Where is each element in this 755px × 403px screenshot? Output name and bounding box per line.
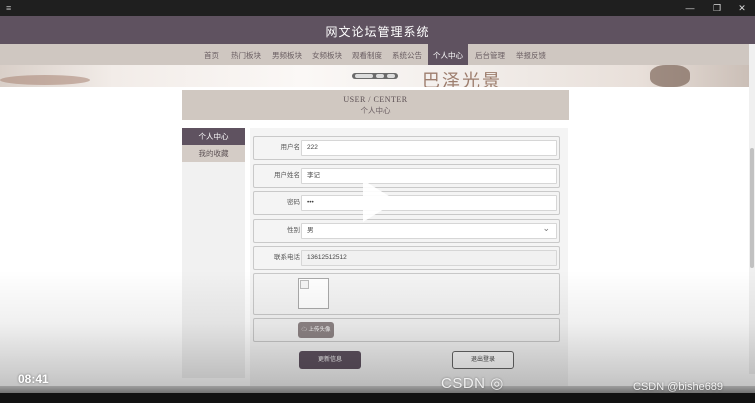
- username-label: 用户名: [280, 144, 301, 151]
- scrollbar-thumb[interactable]: [750, 148, 754, 268]
- password-input[interactable]: •••: [301, 195, 557, 211]
- upload-icon: ☁: [301, 327, 307, 333]
- password-label: 密码: [287, 199, 300, 206]
- nav-item-admin[interactable]: 后台管理: [475, 50, 505, 61]
- phone-label: 联系电话: [274, 254, 300, 261]
- gender-value: 男: [307, 227, 314, 234]
- upload-avatar-label: 上传头像: [308, 327, 331, 333]
- nav-item-report[interactable]: 举报反馈: [516, 50, 546, 61]
- main-nav: 首页 热门板块 男频板块 女频板块 观看制度 系统公告 个人中心 后台管理 举报…: [0, 44, 755, 65]
- nav-item-hot[interactable]: 热门板块: [231, 50, 261, 61]
- sidebar-item-user-center[interactable]: 个人中心: [182, 128, 245, 145]
- video-frame: ≡ — ❐ ✕ 网文论坛管理系统 首页 热门板块 男频板块 女频板块 观看制度 …: [0, 0, 755, 403]
- watermark-center-text: CSDN: [441, 375, 486, 392]
- page-scrollbar[interactable]: [749, 44, 755, 374]
- window-titlebar: ≡ — ❐ ✕: [0, 0, 755, 16]
- nav-item-female[interactable]: 女频板块: [312, 50, 342, 61]
- gender-label: 性别: [287, 227, 300, 234]
- banner-image: 巴泽光景: [0, 65, 755, 87]
- form-row-phone: 联系电话 13612512512: [253, 246, 560, 270]
- nav-item-home[interactable]: 首页: [204, 50, 219, 61]
- hamburger-icon[interactable]: ≡: [6, 3, 11, 13]
- carousel-indicator[interactable]: [352, 73, 398, 79]
- profile-form: 用户名 222 用户姓名 李记 密码 ••• 性别 男 联系电话 1361251…: [250, 128, 568, 386]
- watermark-center: CSDN ◎: [441, 374, 504, 392]
- video-timestamp: 08:41: [18, 372, 49, 386]
- fullname-label: 用户姓名: [274, 172, 300, 179]
- close-icon[interactable]: ✕: [735, 2, 749, 14]
- upload-avatar-button[interactable]: ☁ 上传头像: [298, 322, 334, 338]
- phone-input[interactable]: 13612512512: [301, 250, 557, 266]
- watermark-right: CSDN @bishe689: [633, 381, 724, 393]
- nav-item-male[interactable]: 男频板块: [272, 50, 302, 61]
- update-info-button[interactable]: 更新信息: [299, 351, 361, 369]
- play-icon[interactable]: [352, 176, 402, 226]
- nav-item-user-center[interactable]: 个人中心: [433, 50, 463, 61]
- banner-calligraphy: 巴泽光景: [422, 71, 502, 87]
- form-row-username: 用户名 222: [253, 136, 560, 160]
- site-title: 网文论坛管理系统: [325, 25, 430, 39]
- restore-icon[interactable]: ❐: [710, 2, 724, 14]
- page-title-en: USER / CENTER: [343, 95, 408, 104]
- video-bottom-bar: [0, 393, 755, 403]
- avatar-image: [298, 278, 329, 309]
- banner-decoration: [650, 65, 690, 87]
- nav-item-notice[interactable]: 系统公告: [392, 50, 422, 61]
- banner-decoration: [0, 75, 90, 85]
- site-header: 网文论坛管理系统: [0, 16, 755, 44]
- page-title-cn: 个人中心: [360, 106, 391, 115]
- logout-button[interactable]: 退出登录: [452, 351, 514, 369]
- minimize-icon[interactable]: —: [683, 2, 697, 14]
- page-title: USER / CENTER 个人中心: [182, 90, 569, 120]
- form-row-gender: 性别 男: [253, 219, 560, 243]
- form-row-fullname: 用户姓名 李记: [253, 164, 560, 188]
- nav-item-rules[interactable]: 观看制度: [352, 50, 382, 61]
- username-input[interactable]: 222: [301, 140, 557, 156]
- form-row-password: 密码 •••: [253, 191, 560, 215]
- sidebar-item-favorites[interactable]: 我的收藏: [182, 145, 245, 162]
- fullname-input[interactable]: 李记: [301, 168, 557, 184]
- sidebar: 个人中心 我的收藏: [182, 128, 245, 378]
- gender-select[interactable]: 男: [301, 221, 557, 239]
- watermark-logo-icon: ◎: [490, 375, 504, 392]
